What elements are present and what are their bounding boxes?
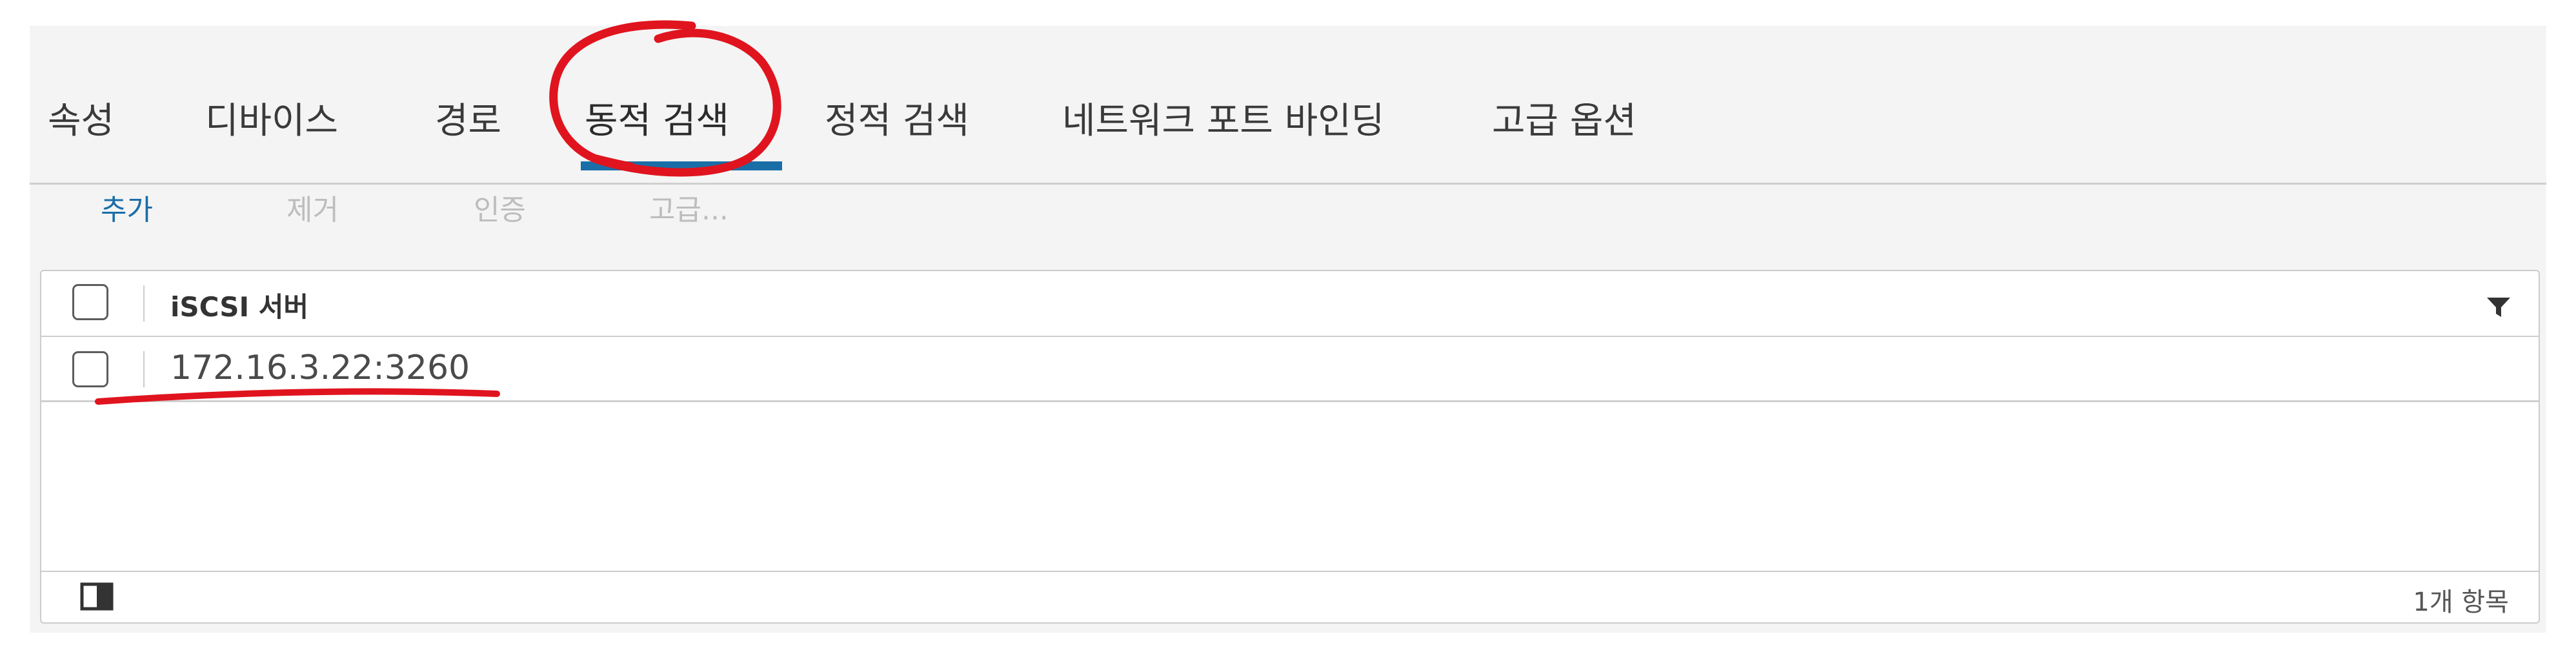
tab-advanced-options[interactable]: 고급 옵션 [1492, 92, 1636, 144]
column-separator [143, 351, 145, 387]
grid-footer: 1개 항목 [41, 571, 2539, 622]
select-all-checkbox[interactable] [72, 284, 108, 320]
column-toggle-icon[interactable] [80, 582, 114, 611]
tab-properties[interactable]: 속성 [48, 92, 114, 144]
remove-button[interactable]: 제거 [287, 187, 339, 228]
tab-static-discovery[interactable]: 정적 검색 [825, 92, 969, 144]
tab-network-port-binding[interactable]: 네트워크 포트 바인딩 [1062, 92, 1384, 144]
advanced-button[interactable]: 고급... [649, 187, 729, 228]
storage-adapter-panel: 속성 디바이스 경로 동적 검색 정적 검색 네트워크 포트 바인딩 고급 옵션… [30, 26, 2546, 633]
tab-paths[interactable]: 경로 [435, 92, 501, 144]
active-tab-indicator [581, 161, 782, 170]
tab-bar: 속성 디바이스 경로 동적 검색 정적 검색 네트워크 포트 바인딩 고급 옵션 [30, 65, 2546, 185]
row-checkbox[interactable] [72, 351, 108, 387]
column-header-iscsi-server[interactable]: iSCSI 서버 [170, 285, 308, 325]
iscsi-server-grid: iSCSI 서버 172.16.3.22:3260 1개 항목 [40, 270, 2540, 624]
grid-header: iSCSI 서버 [41, 271, 2539, 337]
table-row[interactable]: 172.16.3.22:3260 [41, 337, 2539, 402]
add-button[interactable]: 추가 [101, 187, 153, 228]
tab-devices[interactable]: 디바이스 [205, 92, 338, 144]
item-count: 1개 항목 [2413, 587, 2509, 617]
iscsi-server-address: 172.16.3.22:3260 [170, 349, 470, 387]
filter-icon[interactable] [2486, 296, 2511, 319]
authentication-button[interactable]: 인증 [474, 187, 526, 228]
column-separator [143, 285, 145, 321]
tab-dynamic-discovery[interactable]: 동적 검색 [585, 92, 729, 144]
